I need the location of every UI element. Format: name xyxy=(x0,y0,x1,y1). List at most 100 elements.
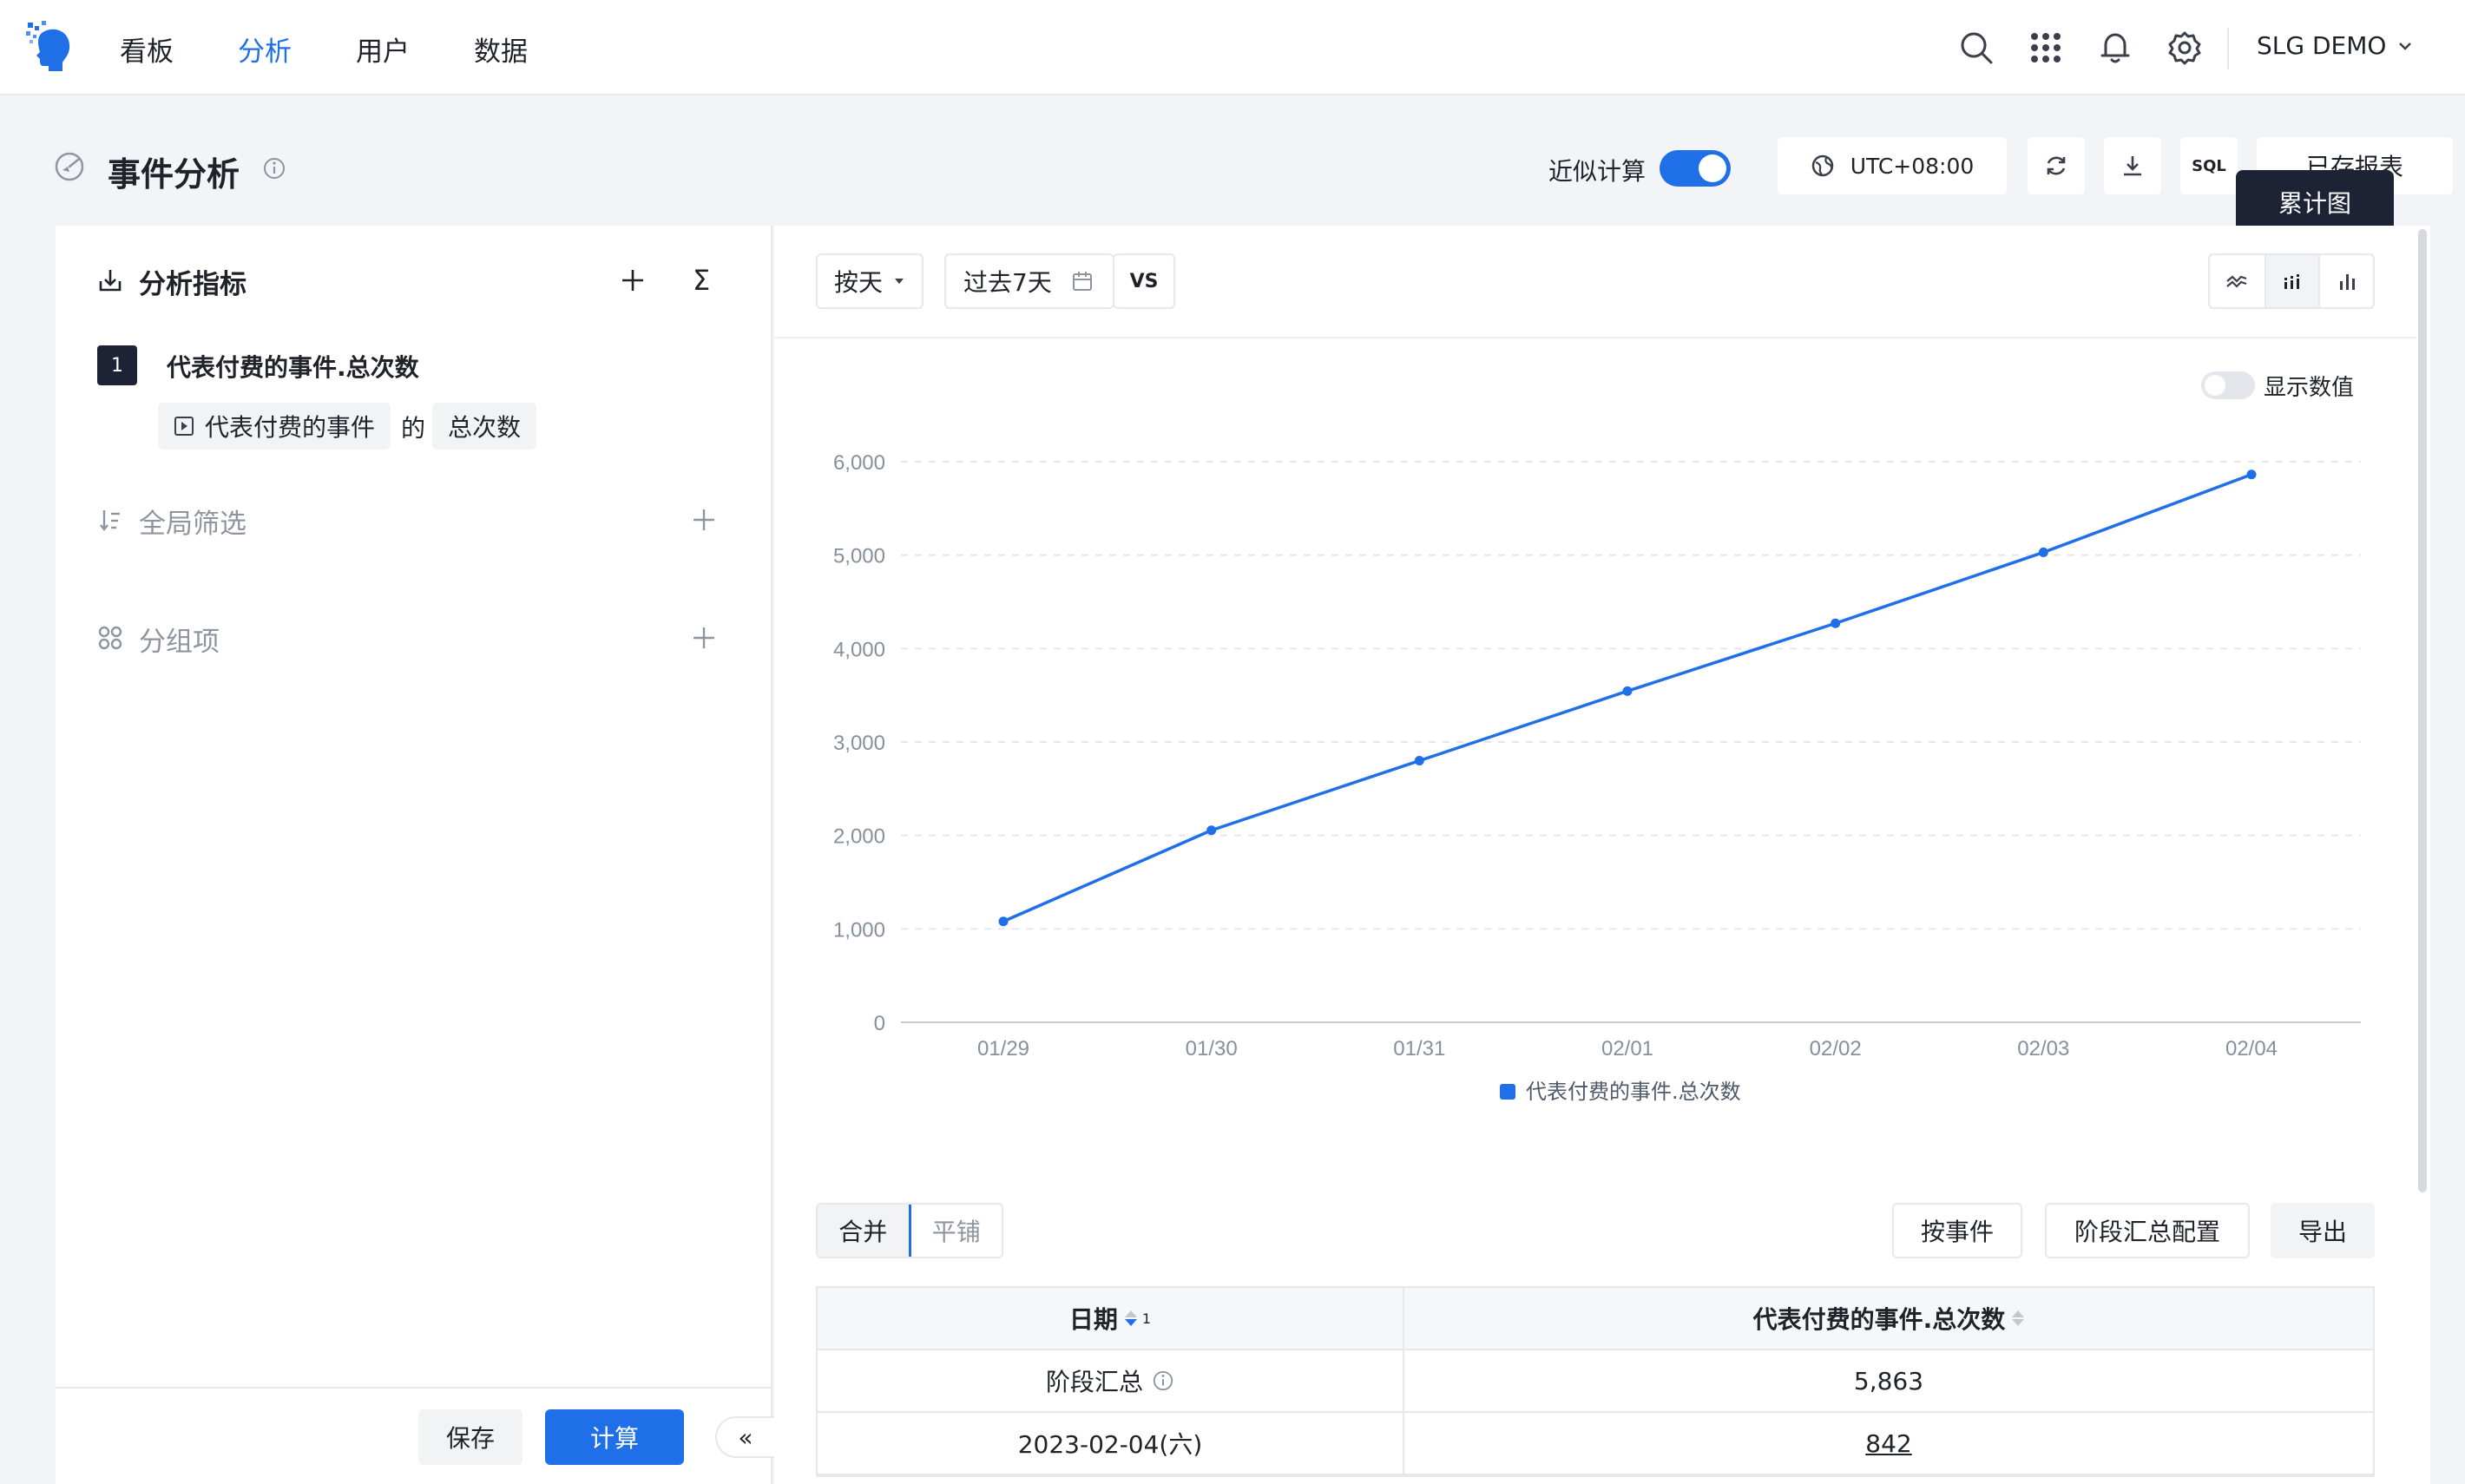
table-cell-value: 842 xyxy=(1404,1413,2373,1474)
sort-icon[interactable] xyxy=(2012,1310,2025,1326)
data-point xyxy=(1831,618,1841,628)
chart-type-tooltip: 累计图 xyxy=(2236,170,2394,245)
table-header-row: 日期 1 代表付费的事件.总次数 xyxy=(818,1288,2373,1350)
group-by-title: 分组项 xyxy=(139,627,220,658)
series-line xyxy=(1002,473,2252,923)
global-filter-title: 全局筛选 xyxy=(139,509,246,540)
apps-grid-icon[interactable] xyxy=(2028,30,2064,66)
group-icon xyxy=(98,626,122,650)
aggregation-chip-label: 总次数 xyxy=(448,413,522,442)
nav-item-users[interactable]: 用户 xyxy=(356,30,410,69)
aggregation-chip[interactable]: 总次数 xyxy=(432,403,537,450)
event-chip-label: 代表付费的事件 xyxy=(205,413,376,442)
metric-name[interactable]: 代表付费的事件.总次数 xyxy=(167,349,419,384)
by-event-button[interactable]: 按事件 xyxy=(1892,1203,2022,1258)
y-tick-label: 0 xyxy=(874,1012,885,1035)
approx-calc-toggle[interactable] xyxy=(1660,150,1731,187)
timezone-label: UTC+08:00 xyxy=(1850,153,1975,179)
data-point xyxy=(2246,469,2257,480)
x-tick-label: 01/31 xyxy=(1393,1037,1445,1060)
logo-icon[interactable] xyxy=(24,21,73,75)
event-analysis-icon xyxy=(55,152,84,181)
page-title: 事件分析 xyxy=(108,155,240,194)
y-tick-label: 3,000 xyxy=(833,732,885,755)
stage-summary-config-button[interactable]: 阶段汇总配置 xyxy=(2045,1203,2250,1258)
filter-sort-icon xyxy=(100,510,120,531)
project-name: SLG DEMO xyxy=(2257,31,2387,60)
nav-item-analysis[interactable]: 分析 xyxy=(238,30,292,69)
top-nav: 看板 分析 用户 数据 SLG DEMO xyxy=(0,0,2465,95)
metrics-section-title: 分析指标 xyxy=(139,269,246,300)
data-point xyxy=(1206,825,1217,836)
table-cell-date: 阶段汇总 xyxy=(818,1350,1404,1411)
x-tick-label: 01/30 xyxy=(1186,1037,1238,1060)
y-tick-label: 2,000 xyxy=(833,825,885,849)
export-button[interactable]: 导出 xyxy=(2271,1203,2375,1258)
summary-label: 阶段汇总 xyxy=(1045,1368,1143,1396)
table-mode-tabs: 合并 平铺 xyxy=(816,1203,1003,1258)
date-header-label: 日期 xyxy=(1068,1305,1118,1334)
left-config-panel: 分析指标 Σ 1 代表付费的事件.总次数 代表付费的事件 的 总次数 全局筛选 … xyxy=(56,226,774,1484)
x-tick-label: 01/29 xyxy=(977,1037,1029,1060)
info-icon[interactable] xyxy=(1152,1369,1174,1392)
tab-tile[interactable]: 平铺 xyxy=(911,1205,1002,1257)
download-button[interactable] xyxy=(2104,137,2161,194)
approx-calc-label: 近似计算 xyxy=(1548,157,1647,186)
sort-index: 1 xyxy=(1141,1310,1152,1327)
line-chart: 0 1,000 2,000 3,000 4,000 5,000 6,000 01/29 01/3… xyxy=(833,451,2361,1104)
table-cell-date: 2023-02-04(六) xyxy=(818,1413,1404,1474)
y-tick-label: 4,000 xyxy=(833,638,885,661)
add-metric-icon[interactable] xyxy=(620,267,646,293)
metric-index-badge: 1 xyxy=(97,345,137,385)
value-link[interactable]: 842 xyxy=(1865,1429,1911,1458)
x-tick-label: 02/04 xyxy=(2225,1037,2278,1060)
tooltip-text: 累计图 xyxy=(2278,189,2351,218)
scrollbar-thumb[interactable] xyxy=(2418,229,2427,1192)
refresh-icon xyxy=(2047,156,2066,175)
x-tick-label: 02/01 xyxy=(1601,1037,1653,1060)
sort-icon[interactable] xyxy=(1124,1310,1137,1326)
event-icon xyxy=(174,417,194,436)
data-point xyxy=(1622,686,1633,696)
tab-merge[interactable]: 合并 xyxy=(818,1205,911,1257)
nav-divider xyxy=(2227,28,2229,69)
info-icon[interactable] xyxy=(262,156,286,181)
chevron-down-icon xyxy=(2399,42,2412,50)
data-point xyxy=(998,916,1009,927)
search-icon[interactable] xyxy=(1958,30,1995,66)
legend-label: 代表付费的事件.总次数 xyxy=(1526,1080,1741,1104)
sql-button[interactable]: SQL xyxy=(2180,137,2238,194)
download-icon xyxy=(2124,156,2141,176)
table-row: 2023-02-04(六) 842 xyxy=(818,1413,2373,1475)
result-table: 日期 1 代表付费的事件.总次数 阶段汇总 5,863 2023-02-04(六 xyxy=(816,1286,2375,1477)
of-text: 的 xyxy=(401,414,426,443)
add-group-icon[interactable] xyxy=(691,625,717,651)
table-row: 阶段汇总 5,863 xyxy=(818,1350,2373,1413)
y-tick-label: 1,000 xyxy=(833,918,885,942)
calculate-button[interactable]: 计算 xyxy=(545,1409,684,1465)
value-header-label: 代表付费的事件.总次数 xyxy=(1752,1305,2006,1334)
refresh-button[interactable] xyxy=(2028,137,2085,194)
date-column-header[interactable]: 日期 1 xyxy=(818,1288,1404,1349)
timezone-button[interactable]: UTC+08:00 xyxy=(1778,137,2007,194)
gear-icon[interactable] xyxy=(2166,30,2203,66)
nav-item-dashboard[interactable]: 看板 xyxy=(120,30,174,69)
nav-item-data[interactable]: 数据 xyxy=(474,30,528,69)
sql-label: SQL xyxy=(2192,156,2226,175)
sigma-icon[interactable]: Σ xyxy=(693,264,710,297)
x-tick-label: 02/02 xyxy=(1810,1037,1862,1060)
data-point xyxy=(2038,547,2048,557)
save-button[interactable]: 保存 xyxy=(418,1409,523,1465)
data-point xyxy=(1414,756,1424,766)
add-filter-icon[interactable] xyxy=(691,507,717,533)
event-chip[interactable]: 代表付费的事件 xyxy=(158,403,391,450)
collapse-panel-button[interactable]: « xyxy=(715,1416,774,1458)
y-tick-label: 6,000 xyxy=(833,451,885,475)
x-tick-label: 02/03 xyxy=(2017,1037,2069,1060)
left-footer-divider xyxy=(56,1387,772,1389)
project-switcher[interactable]: SLG DEMO xyxy=(2257,31,2414,60)
bell-icon[interactable] xyxy=(2097,30,2133,66)
table-cell-value: 5,863 xyxy=(1853,1366,1924,1395)
value-column-header[interactable]: 代表付费的事件.总次数 xyxy=(1404,1288,2373,1349)
right-result-panel: 按天 过去7天 VS 显示数值 0 1,000 2,000 3,000 4,00… xyxy=(774,226,2416,1484)
